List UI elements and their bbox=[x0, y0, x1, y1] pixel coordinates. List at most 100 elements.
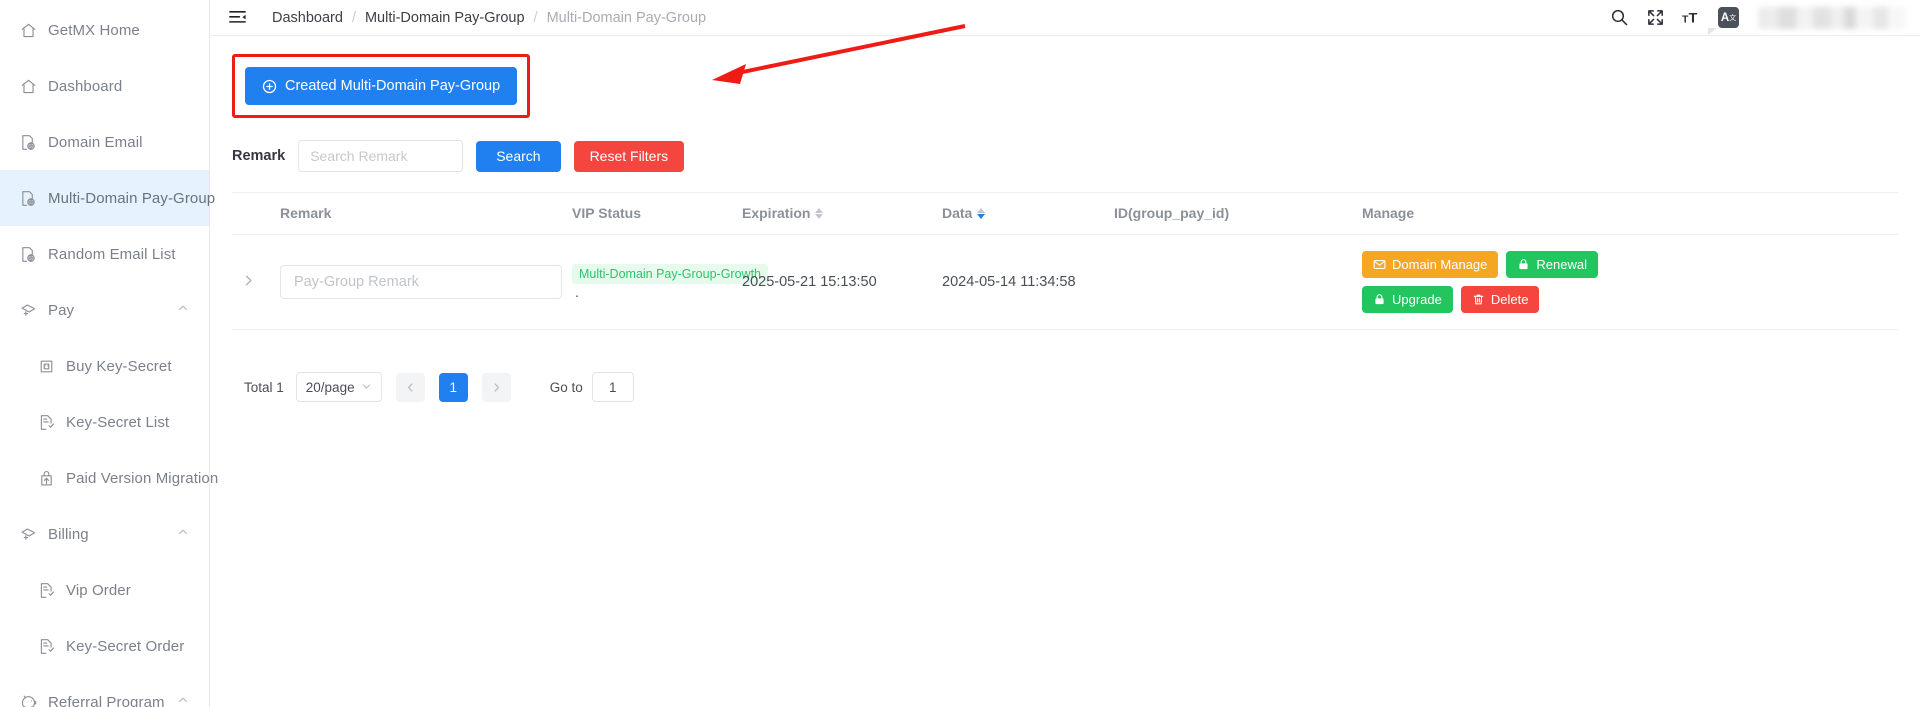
pagination-next-button[interactable] bbox=[481, 372, 511, 402]
sidebar-item-key-secret-order[interactable]: Key-Secret Order bbox=[0, 618, 209, 674]
upgrade-button[interactable]: Upgrade bbox=[1362, 286, 1453, 313]
table-header: Remark VIP Status Expiration Data ID(gro… bbox=[232, 192, 1898, 235]
language-switch-button[interactable]: A文 bbox=[1708, 7, 1739, 35]
trash-icon bbox=[1472, 293, 1485, 306]
cell-expiration: 2025-05-21 15:13:50 bbox=[742, 234, 942, 330]
breadcrumb-separator: / bbox=[351, 9, 356, 26]
svg-text:T: T bbox=[1689, 10, 1698, 26]
table-header-row: Remark VIP Status Expiration Data ID(gro… bbox=[232, 192, 1898, 235]
sidebar-item-domain-email[interactable]: Domain Email bbox=[0, 114, 209, 170]
column-label: Manage bbox=[1362, 205, 1415, 221]
column-label: ID(group_pay_id) bbox=[1114, 205, 1230, 221]
user-account-redacted[interactable] bbox=[1758, 6, 1906, 29]
sidebar-item-key-secret-list[interactable]: Key-Secret List bbox=[0, 394, 209, 450]
sidebar-item-random-email-list[interactable]: Random Email List bbox=[0, 226, 209, 282]
domain-manage-button[interactable]: Domain Manage bbox=[1362, 251, 1499, 278]
breadcrumb-item-1[interactable]: Multi-Domain Pay-Group bbox=[365, 10, 525, 26]
cell-data: 2024-05-14 11:34:58 bbox=[942, 234, 1114, 330]
pagination-prev-button[interactable] bbox=[395, 372, 425, 402]
chevron-down-icon bbox=[361, 380, 372, 395]
page-content: Created Multi-Domain Pay-Group Remark Se… bbox=[210, 24, 1920, 707]
lock-icon bbox=[1373, 293, 1386, 306]
sidebar-item-label: GetMX Home bbox=[48, 21, 140, 39]
cell-vip-status: Multi-Domain Pay-Group-Growth. bbox=[572, 234, 768, 330]
pagination-page-1[interactable]: 1 bbox=[438, 372, 468, 402]
filter-bar: Remark Search Reset Filters bbox=[232, 140, 1898, 172]
cell-remark bbox=[280, 234, 572, 330]
sidebar-item-label: Paid Version Migration bbox=[66, 469, 219, 487]
column-header-id: ID(group_pay_id) bbox=[1114, 192, 1362, 235]
sidebar-item-label: Key-Secret Order bbox=[66, 637, 185, 655]
remark-filter-label: Remark bbox=[232, 148, 286, 164]
sidebar-item-label: Referral Program bbox=[48, 693, 165, 707]
sidebar-item-vip-order[interactable]: Vip Order bbox=[0, 562, 209, 618]
sidebar-item-paid-version-migration[interactable]: Paid Version Migration bbox=[0, 450, 218, 506]
create-multi-domain-pay-group-button[interactable]: Created Multi-Domain Pay-Group bbox=[245, 67, 518, 105]
sidebar-item-getmx-home[interactable]: GetMX Home bbox=[0, 2, 209, 58]
fullscreen-icon[interactable] bbox=[1646, 8, 1665, 27]
sidebar-item-label: Dashboard bbox=[48, 77, 123, 95]
menu-fold-icon[interactable] bbox=[228, 8, 248, 28]
sort-icon-expiration[interactable] bbox=[815, 207, 824, 219]
domain-file-icon bbox=[20, 190, 37, 207]
sidebar-item-label: Key-Secret List bbox=[66, 413, 170, 431]
column-label: VIP Status bbox=[572, 205, 641, 221]
remark-search-input[interactable] bbox=[298, 140, 464, 172]
column-header-manage: Manage bbox=[1362, 192, 1898, 235]
upload-bag-icon bbox=[38, 470, 55, 487]
page-size-select[interactable]: 20/page bbox=[295, 372, 382, 402]
action-label: Domain Manage bbox=[1392, 257, 1488, 272]
column-header-data[interactable]: Data bbox=[942, 192, 1114, 235]
column-header-expiration[interactable]: Expiration bbox=[742, 192, 942, 235]
chevron-up-icon[interactable] bbox=[177, 525, 189, 543]
sidebar-item-multi-domain-pay-group[interactable]: Multi-Domain Pay-Group bbox=[0, 170, 215, 226]
row-action-buttons: Domain Manage Renewal Upgrade Delete bbox=[1362, 251, 1672, 313]
language-badge-letter: A bbox=[1720, 11, 1730, 24]
sidebar-item-referral-program[interactable]: Referral Program bbox=[0, 674, 209, 707]
lock-icon bbox=[1517, 258, 1530, 271]
create-button-label: Created Multi-Domain Pay-Group bbox=[285, 78, 501, 94]
doc-check-icon bbox=[38, 414, 55, 431]
pagination-goto-input[interactable] bbox=[591, 372, 634, 402]
breadcrumb-item-2: Multi-Domain Pay-Group bbox=[546, 9, 707, 26]
column-label: Expiration bbox=[742, 205, 811, 221]
doc-check-icon bbox=[38, 582, 55, 599]
expand-column-header bbox=[232, 192, 280, 235]
sidebar-item-label: Domain Email bbox=[48, 133, 143, 151]
row-remark-input[interactable] bbox=[280, 265, 562, 299]
sidebar-item-pay[interactable]: Pay bbox=[0, 282, 209, 338]
create-button-highlight: Created Multi-Domain Pay-Group bbox=[232, 54, 531, 118]
breadcrumb-separator: / bbox=[533, 9, 538, 26]
piggy-bank-icon bbox=[20, 694, 37, 707]
renewal-button[interactable]: Renewal bbox=[1506, 251, 1598, 278]
sidebar-item-billing[interactable]: Billing bbox=[0, 506, 209, 562]
app-root: GetMX Home Dashboard Domain Email Multi-Dom… bbox=[0, 0, 1920, 707]
home-icon bbox=[20, 78, 37, 95]
box-icon bbox=[38, 358, 55, 375]
search-icon[interactable] bbox=[1610, 8, 1629, 27]
page-size-value: 20/page bbox=[305, 379, 355, 395]
tag-plus-icon bbox=[20, 526, 37, 543]
chevron-up-icon[interactable] bbox=[177, 301, 189, 319]
chevron-right-icon[interactable] bbox=[242, 274, 255, 287]
chevron-up-icon[interactable] bbox=[177, 693, 189, 707]
sort-icon-data[interactable] bbox=[977, 207, 986, 219]
reset-filters-button[interactable]: Reset Filters bbox=[573, 140, 685, 172]
delete-button[interactable]: Delete bbox=[1460, 286, 1540, 313]
sidebar-item-dashboard[interactable]: Dashboard bbox=[0, 58, 209, 114]
sidebar-item-label: Vip Order bbox=[66, 581, 131, 599]
sidebar-item-label: Buy Key-Secret bbox=[66, 357, 172, 375]
topbar: Dashboard / Multi-Domain Pay-Group / Multi-D… bbox=[210, 0, 1920, 36]
sidebar-item-label: Random Email List bbox=[48, 245, 176, 263]
expand-cell bbox=[232, 234, 280, 330]
plus-circle-icon bbox=[262, 79, 277, 94]
sidebar-item-buy-key-secret[interactable]: Buy Key-Secret bbox=[0, 338, 209, 394]
cell-manage: Domain Manage Renewal Upgrade Delete bbox=[1362, 234, 1898, 330]
main-area: Dashboard / Multi-Domain Pay-Group / Multi-D… bbox=[210, 0, 1920, 707]
breadcrumb: Dashboard / Multi-Domain Pay-Group / Multi-D… bbox=[272, 10, 706, 26]
font-size-icon[interactable]: T T bbox=[1682, 8, 1701, 27]
pagination-goto-label: Go to bbox=[549, 379, 583, 395]
sidebar-item-label: Billing bbox=[48, 525, 89, 543]
breadcrumb-item-0[interactable]: Dashboard bbox=[272, 10, 343, 26]
search-button[interactable]: Search bbox=[476, 140, 561, 172]
